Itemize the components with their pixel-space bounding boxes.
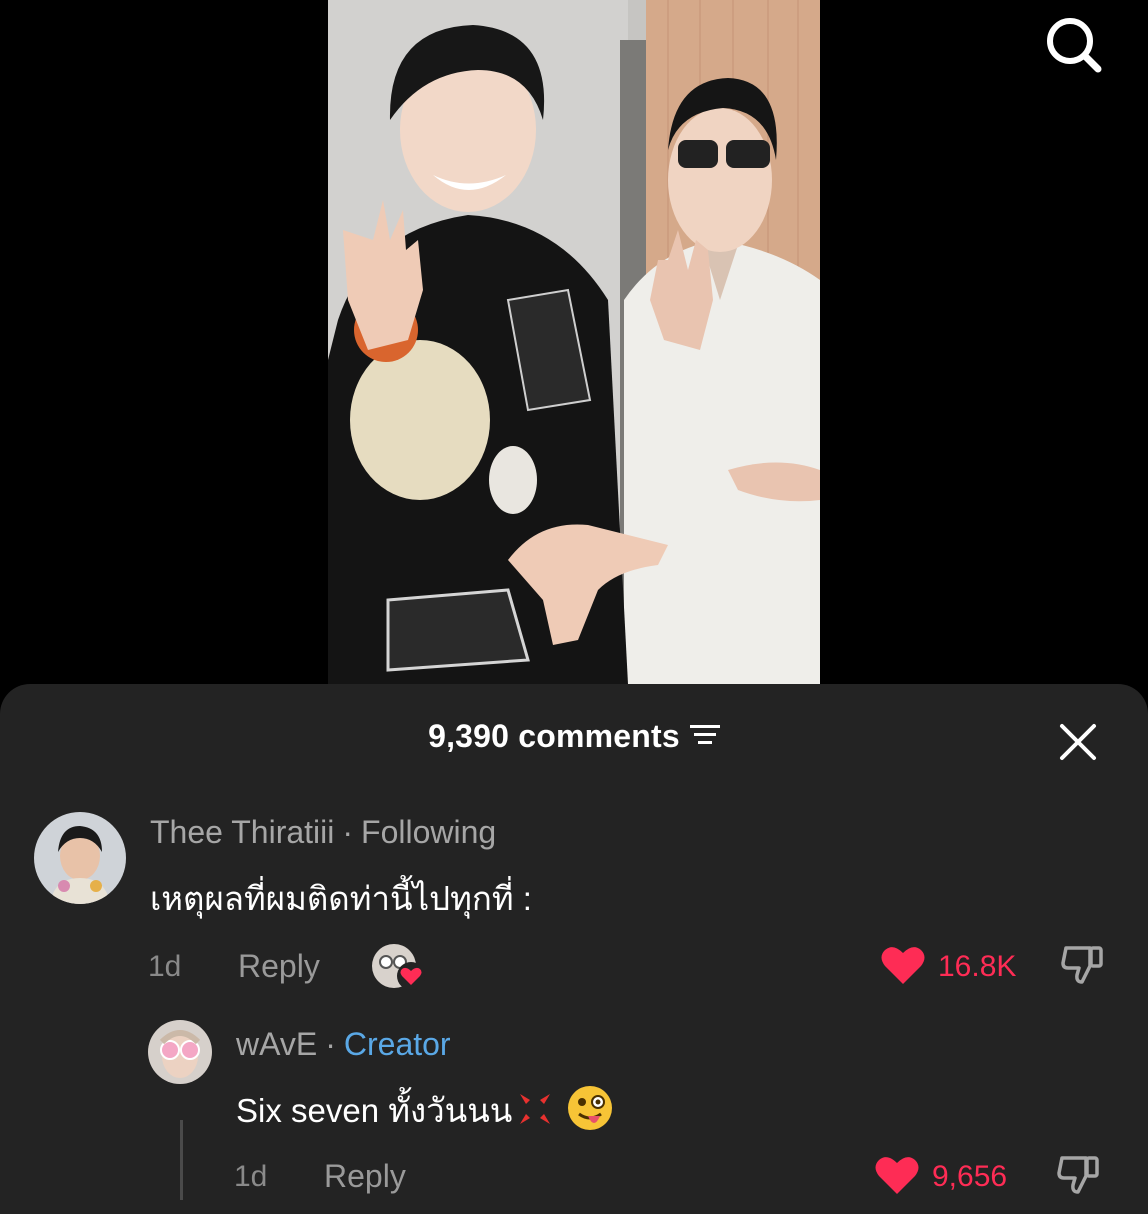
- heart-icon: [875, 1157, 919, 1194]
- reply-username[interactable]: wAvE: [236, 1026, 317, 1062]
- thumbs-down-icon: [1057, 1156, 1099, 1194]
- reply-button[interactable]: Reply: [238, 948, 320, 985]
- close-button[interactable]: [1054, 718, 1102, 766]
- comment-count-label: 9,390 comments: [428, 718, 680, 754]
- comment-username[interactable]: Thee Thiratiii: [150, 814, 334, 850]
- comments-header: 9,390 comments: [0, 684, 1148, 792]
- comment-text: เหตุผลที่ผมติดท่านี้ไปทุกที่ :: [150, 880, 532, 917]
- like-button[interactable]: [874, 1154, 920, 1201]
- creator-badge: Creator: [343, 1026, 451, 1062]
- winking-face-with-tongue-icon: [568, 1086, 613, 1130]
- comment-username-line: Thee Thiratiii · Following: [150, 814, 496, 851]
- like-count: 16.8K: [938, 950, 1017, 983]
- comment-age: 1d: [148, 950, 182, 983]
- heart-icon: [881, 947, 925, 984]
- video-player[interactable]: [0, 0, 1148, 684]
- reply-button[interactable]: Reply: [324, 1158, 406, 1195]
- thumbs-down-icon: [1061, 946, 1103, 984]
- dislike-button[interactable]: [1056, 1152, 1102, 1203]
- separator-dot: ·: [325, 1026, 336, 1062]
- reply-text: Six seven ทั้งวันนน: [236, 1092, 513, 1129]
- sort-icon[interactable]: [689, 717, 720, 754]
- video-still: [328, 0, 820, 684]
- reply-text-line: Six seven ทั้งวันนน: [236, 1084, 614, 1137]
- like-button[interactable]: [880, 944, 926, 991]
- separator-dot: ·: [342, 814, 354, 850]
- thread-line: [180, 1120, 183, 1200]
- comment-count-title: 9,390 comments: [0, 718, 1148, 757]
- reply-age: 1d: [234, 1160, 268, 1193]
- video-frame[interactable]: [328, 0, 820, 684]
- avatar[interactable]: [34, 812, 126, 904]
- avatar-image: [34, 812, 126, 904]
- anger-icon: [520, 1094, 551, 1124]
- avatar-image: [148, 1020, 212, 1084]
- close-icon: [1060, 724, 1096, 760]
- avatar[interactable]: [148, 1020, 212, 1084]
- search-icon: [1047, 18, 1102, 73]
- following-badge: Following: [361, 814, 497, 850]
- search-button[interactable]: [1040, 14, 1106, 76]
- like-count: 9,656: [932, 1160, 1008, 1193]
- creator-heart-icon: [396, 962, 426, 990]
- dislike-button[interactable]: [1060, 942, 1106, 993]
- reply-username-line: wAvE · Creator: [236, 1026, 451, 1063]
